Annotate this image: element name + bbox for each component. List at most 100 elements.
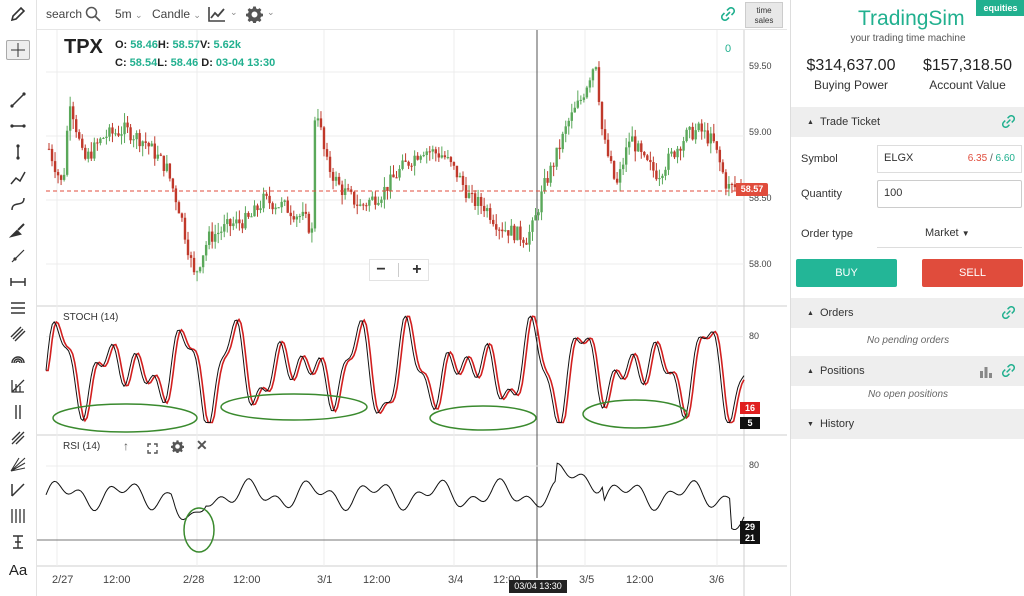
- polyline-icon[interactable]: [6, 168, 30, 188]
- search-icon[interactable]: [85, 6, 101, 25]
- candle-body: [715, 141, 719, 150]
- candle-body: [253, 205, 256, 217]
- measure-icon[interactable]: [6, 272, 30, 292]
- date-label: D:: [201, 57, 213, 69]
- candle-body: [74, 119, 78, 133]
- text-cursor-icon[interactable]: [6, 532, 30, 552]
- search-label[interactable]: search: [46, 7, 82, 21]
- indicators-icon[interactable]: [208, 6, 226, 25]
- maximize-icon[interactable]: [147, 441, 158, 459]
- curve-icon[interactable]: [6, 194, 30, 214]
- time-tick: 3/1: [317, 574, 333, 586]
- gear-icon[interactable]: [246, 6, 263, 26]
- candle-body: [618, 169, 622, 183]
- candle-body: [174, 188, 178, 203]
- zoom-out-button[interactable]: −: [376, 261, 385, 279]
- candle-body: [201, 255, 205, 268]
- link-icon[interactable]: [1001, 114, 1016, 131]
- chart-area[interactable]: TPX O: 58.46H: 58.57V: 5.62k C: 58.54L: …: [37, 30, 787, 596]
- gann-fan-icon[interactable]: [6, 454, 30, 474]
- stoch-red-marker: 16: [740, 402, 760, 414]
- channel-icon[interactable]: [6, 324, 30, 344]
- trend-line-icon[interactable]: [6, 90, 30, 110]
- candle-body: [543, 178, 546, 192]
- equities-badge[interactable]: equities: [976, 0, 1024, 16]
- chart-type-value: Candle: [152, 7, 191, 21]
- orders-header[interactable]: ▲ Orders: [791, 298, 1024, 328]
- zoom-controls: − +: [369, 259, 429, 281]
- candle-body: [573, 107, 576, 113]
- horizontal-lines-icon[interactable]: [6, 298, 30, 318]
- symbol-label: Symbol: [801, 153, 838, 165]
- vertical-line-icon[interactable]: [6, 142, 30, 162]
- candle-body: [640, 143, 643, 152]
- candle-body: [365, 205, 368, 207]
- bar-chart-icon[interactable]: [979, 364, 993, 381]
- ray-icon[interactable]: [6, 246, 30, 266]
- fib-grid-icon[interactable]: [6, 376, 30, 396]
- candle-body: [395, 177, 398, 179]
- buy-button[interactable]: BUY: [796, 259, 897, 287]
- spiral-icon[interactable]: [6, 350, 30, 370]
- candle-body: [676, 148, 679, 158]
- chevron-down-icon: ⌄: [193, 10, 201, 20]
- candle-body: [65, 130, 69, 175]
- candle-body: [283, 200, 286, 202]
- zoom-in-button[interactable]: +: [412, 261, 421, 279]
- candle-body: [425, 151, 428, 156]
- low-value: 58.46: [170, 57, 199, 69]
- candle-body: [117, 133, 120, 136]
- candle-body: [718, 149, 722, 163]
- time-sales-button[interactable]: time sales: [745, 2, 783, 28]
- parallel-lines-icon[interactable]: [6, 402, 30, 422]
- font-icon[interactable]: Aa: [6, 560, 30, 580]
- candle-body: [380, 199, 383, 203]
- candle-body: [522, 239, 525, 243]
- rsi-tick: 80: [749, 460, 760, 470]
- chevron-down-icon[interactable]: ⌄: [267, 7, 275, 18]
- positions-header[interactable]: ▲ Positions: [791, 356, 1024, 386]
- candle-body: [661, 175, 664, 179]
- pitchfork-icon[interactable]: [6, 428, 30, 448]
- sell-button[interactable]: SELL: [922, 259, 1023, 287]
- candle-body: [461, 175, 465, 186]
- settings-gear-icon[interactable]: [171, 440, 184, 458]
- move-up-icon[interactable]: ↑: [123, 439, 129, 453]
- trade-ticket-header[interactable]: ▲ Trade Ticket: [791, 107, 1024, 137]
- pencil-icon[interactable]: [6, 4, 30, 24]
- symbol-field[interactable]: ELGX 6.35 / 6.60: [877, 145, 1022, 173]
- brush-icon[interactable]: [6, 220, 30, 240]
- candle-body: [507, 230, 510, 236]
- annotation-ellipse: [220, 393, 368, 421]
- crosshair-icon[interactable]: [6, 40, 30, 60]
- candle-body: [374, 196, 377, 205]
- zoom-divider: [398, 263, 400, 277]
- vertical-lines-icon[interactable]: [6, 506, 30, 526]
- current-price-marker: 58.57: [736, 183, 768, 196]
- link-icon[interactable]: [1001, 363, 1016, 380]
- buying-power-label: Buying Power: [813, 78, 889, 92]
- account-value-value: $157,318.50: [923, 57, 1012, 74]
- candle-body: [482, 205, 486, 212]
- quantity-input[interactable]: 100: [877, 180, 1022, 208]
- candle-body: [235, 219, 238, 224]
- order-type-select[interactable]: Market ▼: [877, 220, 1022, 248]
- link-icon[interactable]: [1001, 305, 1016, 322]
- candle-body: [410, 165, 413, 167]
- candle-body: [401, 160, 404, 169]
- link-icon[interactable]: [720, 6, 736, 24]
- symbol-value: ELGX: [884, 152, 914, 164]
- rsi-label: RSI (14): [63, 441, 101, 452]
- triangle-icon[interactable]: [6, 480, 30, 500]
- history-header[interactable]: ▼ History: [791, 409, 1024, 439]
- chart-canvas[interactable]: [37, 30, 787, 596]
- horizontal-ray-icon[interactable]: [6, 116, 30, 136]
- chevron-down-icon[interactable]: ⌄: [230, 7, 238, 18]
- chart-type-dropdown[interactable]: Candle ⌄: [152, 7, 201, 21]
- trade-ticket-title: Trade Ticket: [819, 116, 881, 128]
- candle-body: [247, 212, 250, 217]
- close-icon[interactable]: ✕: [196, 437, 208, 454]
- interval-dropdown[interactable]: 5m ⌄: [115, 7, 143, 21]
- candle-body: [356, 204, 359, 206]
- caret-down-icon: ▼: [961, 229, 970, 238]
